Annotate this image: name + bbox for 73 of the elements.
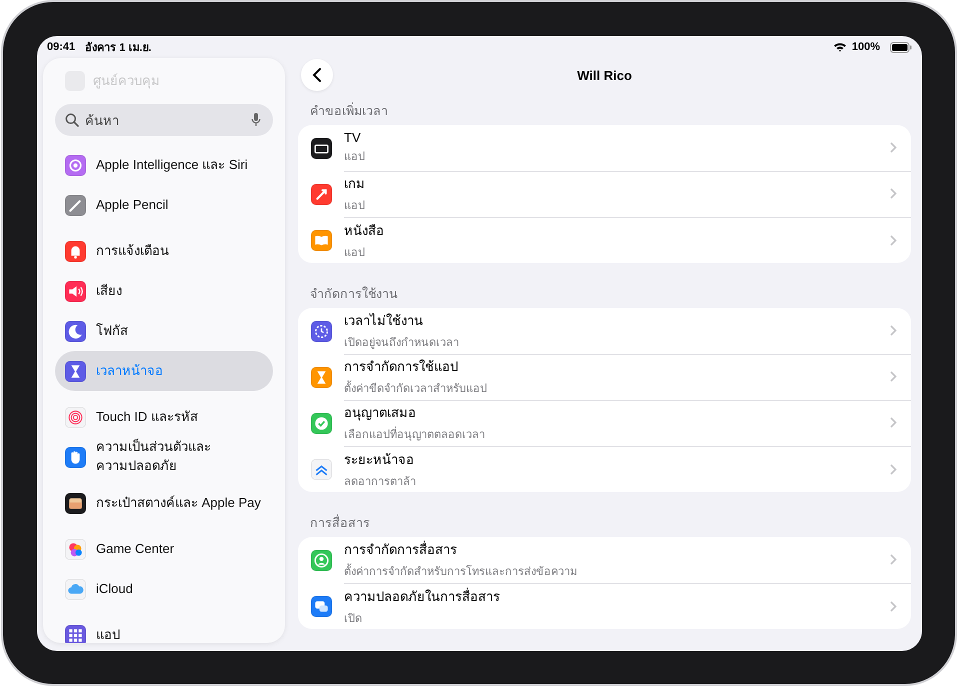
sidebar-label: Apple Pencil [96, 196, 168, 214]
sidebar-item[interactable]: ความเป็นส่วนตัวและ ความปลอดภัย [55, 437, 273, 477]
chevron-icon [890, 600, 897, 612]
section-header: จำกัดการใช้งาน [309, 286, 399, 303]
sidebar-label: ความเป็นส่วนตัวและ ความปลอดภัย [96, 438, 211, 475]
section-header: คำขอเพิ่มเวลา [309, 101, 389, 120]
sidebar-label: เสียง [96, 282, 122, 300]
row-title: เกม [344, 175, 366, 193]
row-subtitle: เลือกแอปที่อนุญาตตลอดเวลา [344, 425, 890, 443]
row-title: อนุญาตเสมอ [344, 404, 417, 422]
row-subtitle: เปิดอยู่จนถึงกำหนดเวลา [344, 336, 460, 351]
sidebar-label: แอป [96, 626, 120, 643]
section-header: การสื่อสาร [309, 513, 371, 532]
row-subtitle: ตั้งค่าขีดจำกัดเวลาสำหรับแอป [344, 379, 890, 397]
back-icon [312, 67, 322, 83]
settings-row[interactable]: TV แอป [298, 125, 911, 171]
chevron-icon [890, 371, 897, 382]
sidebar-item[interactable]: iCloud [55, 569, 273, 609]
row-subtitle: เปิด [344, 612, 363, 626]
settings-row[interactable]: เวลาไม่ใช้งาน เปิดอยู่จนถึงกำหนดเวลา [298, 308, 911, 354]
settings-row[interactable]: อนุญาตเสมอ เลือกแอปที่อนุญาตตลอดเวลา [298, 400, 911, 446]
sidebar-label: กระเป๋าสตางค์และ Apple Pay [96, 494, 261, 512]
row-subtitle: ตั้งค่าการจำกัดสำหรับการโทรและการส่งข้อความ [344, 562, 890, 580]
settings-row[interactable]: การจำกัดการสื่อสาร ตั้งค่าการจำกัดสำหรับการโทรและการส่งข้อความ [298, 537, 911, 583]
battery-percent: 100% [852, 41, 880, 53]
row-title: ระยะหน้าจอ [344, 450, 415, 468]
search-icon [65, 113, 79, 127]
back-button[interactable] [301, 59, 333, 91]
settings-row[interactable]: ความปลอดภัยในการสื่อสาร เปิด [298, 583, 911, 629]
clock-time: 09:41 [47, 41, 76, 53]
settings-row[interactable]: ระยะหน้าจอ ลดอาการตาล้า [298, 446, 911, 492]
settings-row[interactable]: หนังสือ แอป [298, 217, 911, 263]
sidebar-item[interactable]: แอป [55, 615, 273, 643]
row-subtitle: แอป [344, 199, 366, 214]
microphone-icon[interactable] [251, 112, 261, 127]
row-subtitle: ลดอาการตาล้า [344, 474, 417, 490]
sidebar-item[interactable]: กระเป๋าสตางค์และ Apple Pay [55, 483, 273, 523]
row-subtitle: แอป [344, 150, 366, 165]
sidebar-label: Game Center [96, 540, 174, 558]
row-subtitle: แอป [344, 246, 366, 260]
row-title: TV [344, 130, 362, 145]
chevron-icon [890, 464, 897, 474]
sidebar-label: Apple Intelligence และ Siri [96, 156, 248, 174]
chevron-icon [890, 142, 897, 153]
chevron-icon [890, 234, 897, 246]
sidebar-label: โฟกัส [96, 322, 128, 340]
chevron-icon [890, 554, 897, 565]
row-title: ความปลอดภัยในการสื่อสาร [344, 586, 501, 606]
sidebar-item[interactable]: Game Center [55, 529, 273, 569]
search-field[interactable]: ค้นหา [55, 104, 273, 136]
row-title: หนังสือ [344, 222, 385, 240]
row-title: เวลาไม่ใช้งาน [344, 312, 424, 330]
row-title: การจำกัดการใช้แอป [344, 358, 459, 376]
sidebar-label: Touch ID และรหัส [96, 408, 198, 426]
page-title: Will Rico [577, 68, 632, 82]
sidebar-item[interactable]: Apple Pencil [55, 185, 273, 225]
settings-row[interactable]: เกม แอป [298, 171, 911, 217]
date-label: อังคาร 1 เม.ย. [85, 40, 152, 56]
settings-row[interactable]: การจำกัดการใช้แอป ตั้งค่าขีดจำกัดเวลาสำหรับแอป [298, 354, 911, 400]
row-title: การจำกัดการสื่อสาร [344, 540, 458, 559]
sidebar-label: การแจ้งเตือน [96, 242, 169, 260]
sidebar-label: เวลาหน้าจอ [96, 362, 163, 380]
sidebar-item[interactable]: การแจ้งเตือน [55, 231, 273, 271]
wifi-icon [832, 42, 847, 52]
sidebar-item[interactable]: Touch ID และรหัส [55, 397, 273, 437]
sidebar-item[interactable]: Apple Intelligence และ Siri [55, 145, 273, 185]
chevron-icon [890, 325, 897, 336]
chevron-icon [890, 188, 897, 199]
sidebar-label: iCloud [96, 580, 133, 598]
sidebar-item[interactable]: โฟกัส [55, 311, 273, 351]
battery-icon [890, 42, 912, 52]
chevron-icon [890, 417, 897, 428]
sidebar-item[interactable]: เสียง [55, 271, 273, 311]
